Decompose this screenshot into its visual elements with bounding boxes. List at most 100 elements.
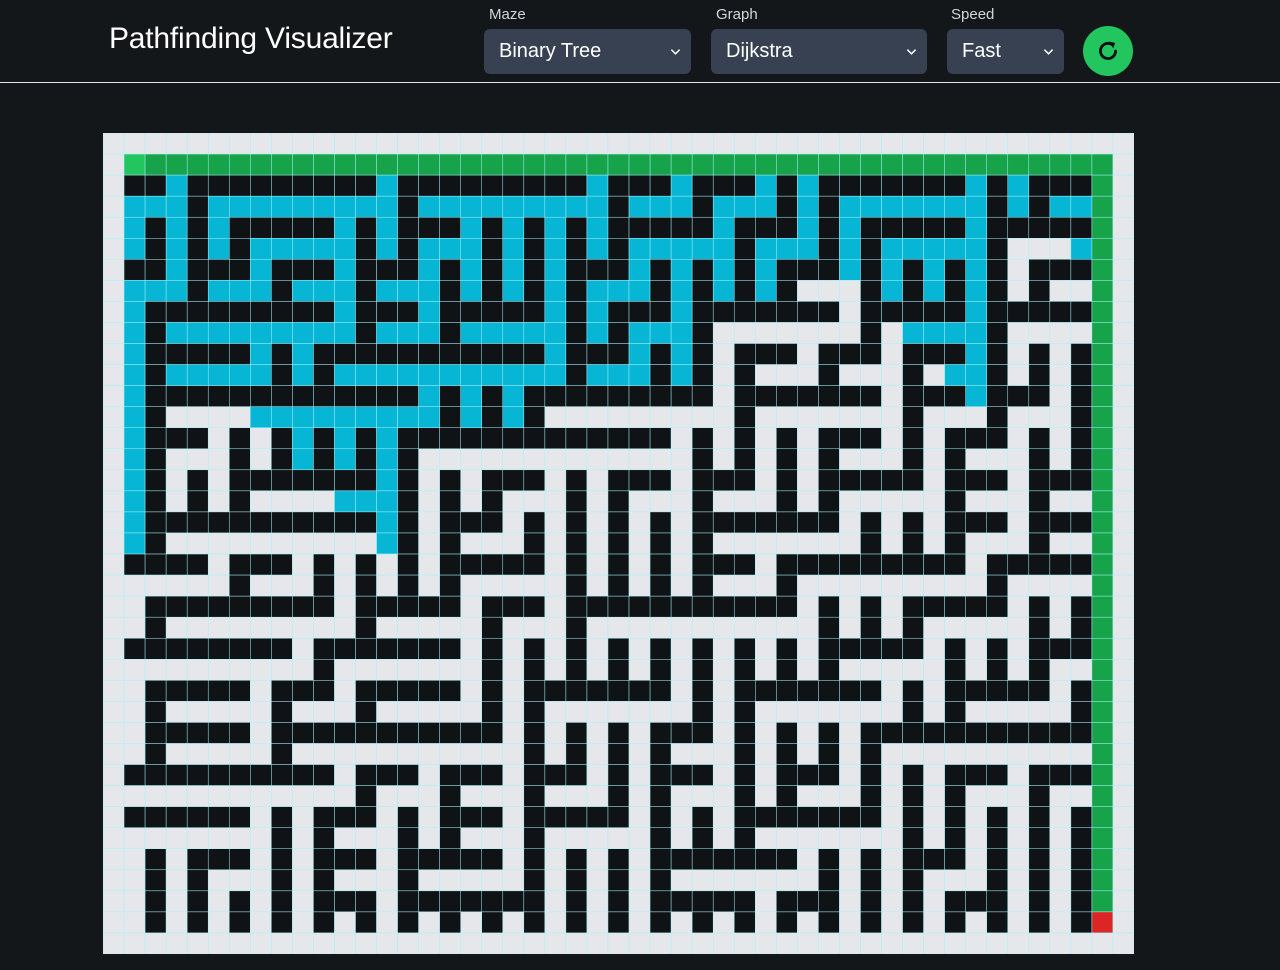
wall-cell[interactable]: [649, 848, 672, 871]
wall-cell[interactable]: [481, 490, 504, 513]
grid-cell[interactable]: [502, 448, 525, 471]
wall-cell[interactable]: [902, 301, 924, 323]
grid-cell[interactable]: [797, 133, 819, 155]
grid-cell[interactable]: [376, 659, 398, 681]
grid-cell[interactable]: [334, 532, 356, 555]
wall-cell[interactable]: [649, 785, 672, 807]
path-cell[interactable]: [860, 153, 882, 176]
path-cell[interactable]: [1091, 406, 1114, 429]
wall-cell[interactable]: [186, 385, 209, 407]
wall-cell[interactable]: [1070, 301, 1093, 323]
visited-cell[interactable]: [670, 343, 693, 365]
wall-cell[interactable]: [839, 553, 861, 576]
wall-cell[interactable]: [355, 553, 377, 576]
visited-cell[interactable]: [376, 216, 398, 239]
wall-cell[interactable]: [481, 280, 504, 302]
grid-cell[interactable]: [1112, 637, 1134, 660]
grid-cell[interactable]: [165, 469, 188, 492]
grid-cell[interactable]: [1112, 680, 1134, 702]
grid-cell[interactable]: [103, 890, 125, 913]
grid-cell[interactable]: [250, 701, 272, 723]
grid-cell[interactable]: [228, 532, 251, 555]
visited-cell[interactable]: [923, 259, 945, 281]
grid-cell[interactable]: [123, 595, 146, 618]
wall-cell[interactable]: [860, 385, 882, 407]
wall-cell[interactable]: [523, 406, 546, 429]
path-cell[interactable]: [334, 153, 356, 176]
grid-cell[interactable]: [165, 743, 188, 765]
wall-cell[interactable]: [628, 680, 651, 702]
visited-cell[interactable]: [544, 216, 567, 239]
grid-cell[interactable]: [1112, 701, 1134, 723]
wall-cell[interactable]: [439, 553, 461, 576]
grid-cell[interactable]: [1112, 890, 1134, 913]
grid-cell[interactable]: [818, 406, 840, 429]
wall-cell[interactable]: [607, 553, 630, 576]
wall-cell[interactable]: [481, 406, 504, 429]
wall-cell[interactable]: [944, 680, 966, 702]
grid-cell[interactable]: [755, 616, 777, 639]
grid-cell[interactable]: [292, 490, 314, 513]
visited-cell[interactable]: [460, 406, 483, 429]
grid-cell[interactable]: [881, 616, 903, 639]
wall-cell[interactable]: [607, 911, 630, 934]
grid-cell[interactable]: [418, 490, 440, 513]
wall-cell[interactable]: [397, 869, 419, 892]
grid-cell[interactable]: [250, 722, 272, 744]
grid-cell[interactable]: [923, 469, 945, 492]
wall-cell[interactable]: [481, 595, 504, 618]
wall-cell[interactable]: [271, 280, 293, 302]
grid-cell[interactable]: [691, 133, 714, 155]
grid-cell[interactable]: [797, 595, 819, 618]
wall-cell[interactable]: [586, 680, 609, 702]
grid-cell[interactable]: [502, 785, 525, 807]
grid-cell[interactable]: [1028, 743, 1051, 765]
grid-cell[interactable]: [250, 911, 272, 934]
grid-cell[interactable]: [1112, 153, 1134, 176]
wall-cell[interactable]: [712, 595, 735, 618]
grid-cell[interactable]: [1049, 238, 1072, 260]
grid-cell[interactable]: [586, 701, 609, 723]
wall-cell[interactable]: [271, 343, 293, 365]
grid-cell[interactable]: [1028, 133, 1051, 155]
grid-cell[interactable]: [755, 869, 777, 892]
visited-cell[interactable]: [250, 238, 272, 260]
wall-cell[interactable]: [881, 216, 903, 239]
visited-cell[interactable]: [670, 174, 693, 197]
grid-cell[interactable]: [165, 406, 188, 429]
visited-cell[interactable]: [755, 174, 777, 197]
wall-cell[interactable]: [439, 174, 461, 197]
grid-cell[interactable]: [103, 659, 125, 681]
wall-cell[interactable]: [881, 301, 903, 323]
wall-cell[interactable]: [355, 848, 377, 871]
wall-cell[interactable]: [986, 890, 1009, 913]
grid-cell[interactable]: [1112, 932, 1134, 954]
wall-cell[interactable]: [1028, 343, 1051, 365]
wall-cell[interactable]: [839, 174, 861, 197]
wall-cell[interactable]: [1028, 764, 1051, 786]
wall-cell[interactable]: [565, 659, 588, 681]
wall-cell[interactable]: [944, 385, 966, 407]
wall-cell[interactable]: [755, 216, 777, 239]
grid-cell[interactable]: [165, 890, 188, 913]
wall-cell[interactable]: [755, 680, 777, 702]
grid-cell[interactable]: [228, 659, 251, 681]
grid-cell[interactable]: [565, 827, 588, 850]
wall-cell[interactable]: [565, 764, 588, 786]
grid-cell[interactable]: [460, 869, 483, 892]
wall-cell[interactable]: [186, 343, 209, 365]
visited-cell[interactable]: [881, 238, 903, 260]
grid-cell[interactable]: [292, 785, 314, 807]
wall-cell[interactable]: [481, 469, 504, 492]
grid-cell[interactable]: [144, 785, 167, 807]
wall-cell[interactable]: [397, 259, 419, 281]
wall-cell[interactable]: [923, 385, 945, 407]
wall-cell[interactable]: [839, 427, 861, 450]
grid-cell[interactable]: [460, 532, 483, 555]
path-cell[interactable]: [1091, 848, 1114, 871]
grid-cell[interactable]: [776, 701, 798, 723]
wall-cell[interactable]: [313, 216, 335, 239]
grid-cell[interactable]: [271, 932, 293, 954]
path-cell[interactable]: [1091, 448, 1114, 471]
wall-cell[interactable]: [776, 848, 798, 871]
